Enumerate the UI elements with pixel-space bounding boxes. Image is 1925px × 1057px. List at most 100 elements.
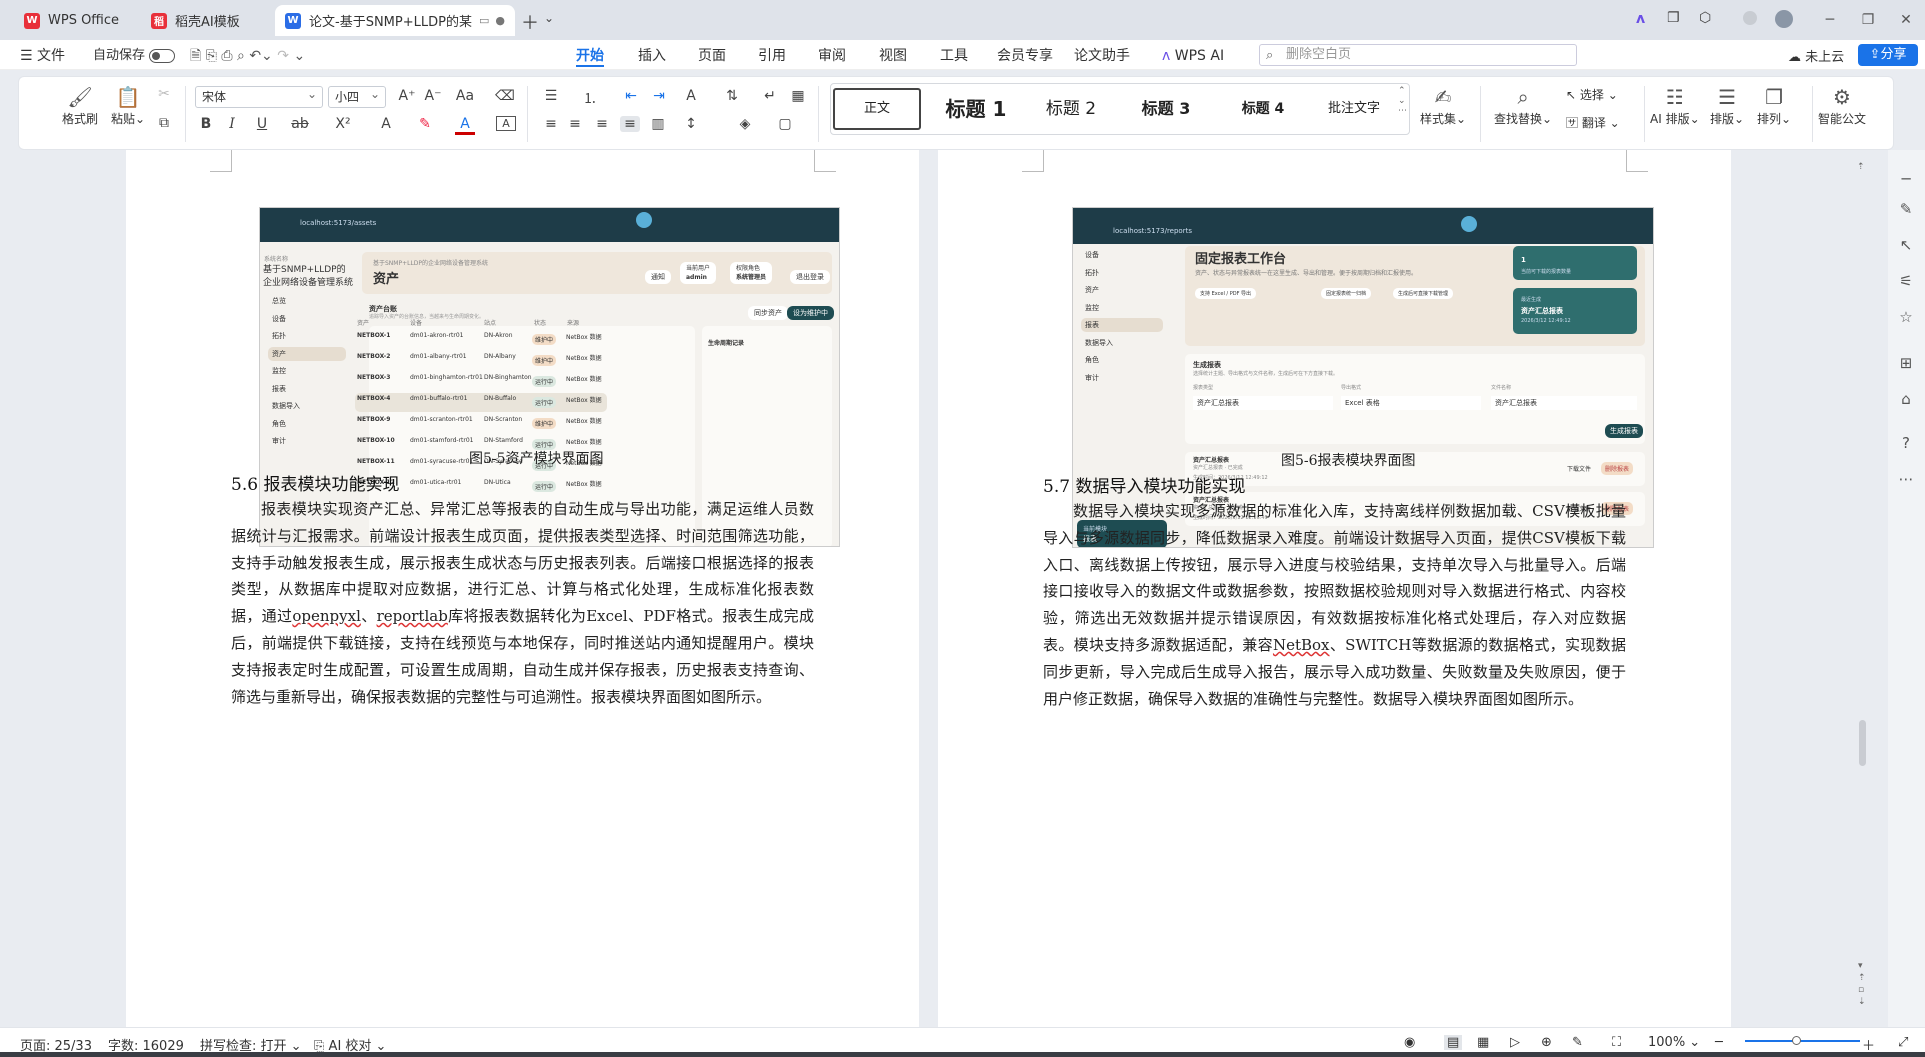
tab-ai-template[interactable]: 稻 稻壳AI模板 — [141, 5, 266, 36]
char-border-icon[interactable]: A — [496, 116, 516, 131]
find-replace-button[interactable]: ⌕ 查找替换⌄ — [1494, 84, 1552, 127]
fullscreen-icon[interactable]: ⤢ — [1898, 1035, 1908, 1050]
distributed-icon[interactable]: ▥ — [648, 116, 668, 132]
autosave[interactable]: 自动保存 — [93, 45, 176, 67]
increase-indent-icon[interactable]: ⇥ — [649, 88, 669, 104]
fit-icon[interactable]: ⛶ — [1612, 1035, 1621, 1050]
italic-icon[interactable]: I — [222, 116, 242, 132]
undo-icon[interactable]: ↶⌄ — [249, 48, 272, 64]
smart-doc-button[interactable]: ⚙ 智能公文 — [1818, 84, 1866, 127]
eye-icon[interactable]: ◉ — [1404, 1035, 1415, 1050]
tab-page[interactable]: 页面 — [698, 45, 726, 67]
translate-button[interactable]: 🈂 翻译 ⌄ — [1566, 114, 1620, 131]
chinese-layout-icon[interactable]: A — [681, 88, 701, 104]
share-button[interactable]: ⇪分享 — [1858, 44, 1918, 66]
page-view-icon[interactable]: ▤ — [1444, 1035, 1463, 1050]
align-center-icon[interactable]: ≡ — [565, 116, 585, 132]
collapse-icon[interactable]: ─ — [1896, 170, 1916, 188]
template-icon[interactable]: ⊞ — [1896, 354, 1916, 372]
edit-icon[interactable]: ✎ — [1572, 1035, 1583, 1050]
close-icon[interactable]: ✕ — [1887, 12, 1925, 28]
print-icon[interactable]: ⎙ — [221, 48, 232, 64]
gallery-scroll-icon[interactable]: ⌃ ⌄ ⋯ — [1398, 86, 1407, 116]
preview-icon[interactable]: ⌕ — [237, 48, 245, 64]
style-heading3[interactable]: 标题 3 — [1121, 84, 1211, 134]
decrease-indent-icon[interactable]: ⇤ — [621, 88, 641, 104]
underline-icon[interactable]: U — [252, 116, 272, 132]
align-right-icon[interactable]: ≡ — [592, 116, 612, 132]
autosave-toggle[interactable] — [149, 48, 176, 63]
zoom-out-icon[interactable]: ─ — [1715, 1035, 1723, 1050]
table-icon[interactable]: ▦ — [788, 88, 808, 104]
style-annotation[interactable]: 批注文字 — [1311, 84, 1397, 134]
document-page-left[interactable]: localhost:5173/assets 系统名称 基于SNMP+LLDP的企… — [126, 150, 919, 1027]
tab-home[interactable]: 开始 — [576, 45, 604, 67]
paste-button[interactable]: 📋 粘贴⌄ — [111, 84, 145, 127]
bullet-list-icon[interactable]: ☰ — [541, 88, 561, 104]
clear-format-icon[interactable]: ⌫ — [495, 88, 515, 104]
tab-review[interactable]: 审阅 — [818, 45, 846, 67]
change-case-icon[interactable]: Aa — [455, 88, 475, 104]
settings-sliders-icon[interactable]: ⚟ — [1896, 272, 1916, 290]
export-icon[interactable]: ⎘ — [206, 48, 217, 64]
ai-logo-icon[interactable]: ʌ — [1636, 11, 1645, 27]
scroll-top-icon[interactable]: ⇡ — [1857, 162, 1865, 172]
shirt-icon[interactable]: ⌂ — [1896, 390, 1916, 408]
ai-layout-button[interactable]: ☷ AI 排版⌄ — [1650, 84, 1700, 127]
skin-icon[interactable] — [1743, 11, 1757, 25]
layout-button[interactable]: ☰ 排版⌄ — [1710, 84, 1744, 127]
avatar[interactable] — [1775, 10, 1793, 28]
redo-icon[interactable]: ↷ — [277, 48, 289, 64]
style-heading1[interactable]: 标题 1 — [931, 84, 1021, 134]
shrink-font-icon[interactable]: A⁻ — [423, 88, 443, 104]
cloud-status[interactable]: ☁ 未上云 — [1788, 46, 1844, 65]
vertical-scrollbar[interactable]: ⇡ ▾ ⇡ ▫ ⇣ — [1856, 150, 1870, 1027]
style-normal[interactable]: 正文 — [833, 88, 921, 130]
arrange-button[interactable]: ❐ 排列⌄ — [1757, 84, 1791, 127]
globe-icon[interactable]: ⊕ — [1541, 1035, 1552, 1050]
page-nav-icons[interactable]: ▾ ⇡ ▫ ⇣ — [1858, 960, 1866, 1008]
tab-document[interactable]: W 论文-基于SNMP+LLDP的某 ▭ ● — [275, 5, 515, 36]
window-icon[interactable]: ❐ — [1667, 10, 1680, 26]
tab-wps-ai[interactable]: ʌ WPS AI — [1162, 45, 1224, 67]
copy-icon[interactable]: ⧉ — [154, 115, 174, 131]
web-layout-icon[interactable]: ▦ — [1477, 1035, 1489, 1050]
tab-tools[interactable]: 工具 — [940, 45, 968, 67]
align-left-icon[interactable]: ≡ — [541, 116, 561, 132]
star-icon[interactable]: ☆ — [1896, 308, 1916, 326]
zoom-slider[interactable] — [1745, 1040, 1860, 1042]
tab-wps-office[interactable]: W WPS Office — [14, 5, 139, 36]
sort-icon[interactable]: ⇅ — [722, 88, 742, 104]
tab-view[interactable]: 视图 — [879, 45, 907, 67]
select-button[interactable]: ↖ 选择 ⌄ — [1566, 86, 1618, 103]
style-set-button[interactable]: ✍ 样式集⌄ — [1420, 84, 1466, 127]
font-size-select[interactable]: 小四 — [328, 84, 386, 108]
tab-thesis[interactable]: 论文助手 — [1074, 45, 1130, 67]
more-icon[interactable]: ⋯ — [1896, 470, 1916, 488]
cube-icon[interactable]: ⬡ — [1699, 10, 1711, 26]
justify-icon[interactable]: ≡ — [620, 116, 640, 132]
monitor-icon[interactable]: ▭ — [479, 14, 489, 27]
shading-icon[interactable]: ◈ — [735, 116, 755, 132]
border-icon[interactable]: ▢ — [775, 116, 795, 132]
tab-insert[interactable]: 插入 — [638, 45, 666, 67]
cut-icon[interactable]: ✂ — [154, 86, 174, 102]
pen-icon[interactable]: ✎ — [1896, 200, 1916, 218]
format-painter-button[interactable]: 🖌 格式刷 — [62, 84, 98, 127]
tab-member[interactable]: 会员专享 — [997, 45, 1053, 67]
search-input[interactable]: ⌕ 删除空白页 — [1259, 44, 1577, 66]
superscript-icon[interactable]: X² — [333, 116, 353, 132]
document-page-right[interactable]: localhost:5173/reports 当前模块 报表 固定报表工作台 资… — [938, 150, 1731, 1027]
grow-font-icon[interactable]: A⁺ — [397, 88, 417, 104]
style-heading4[interactable]: 标题 4 — [1219, 84, 1307, 134]
new-tab-icon[interactable]: ＋ — [521, 9, 539, 35]
bold-icon[interactable]: B — [196, 116, 216, 132]
strikethrough-icon[interactable]: ab — [290, 116, 310, 132]
help-icon[interactable]: ? — [1896, 434, 1916, 452]
font-family-select[interactable]: 宋体 — [195, 84, 323, 108]
restore-icon[interactable]: ❐ — [1849, 12, 1887, 28]
tab-list-chevron-icon[interactable]: ⌄ — [544, 11, 554, 25]
zoom-level[interactable]: 100% ⌄ — [1648, 1035, 1700, 1050]
minimize-icon[interactable]: ─ — [1811, 12, 1849, 28]
font-color-icon[interactable]: A — [455, 116, 475, 135]
